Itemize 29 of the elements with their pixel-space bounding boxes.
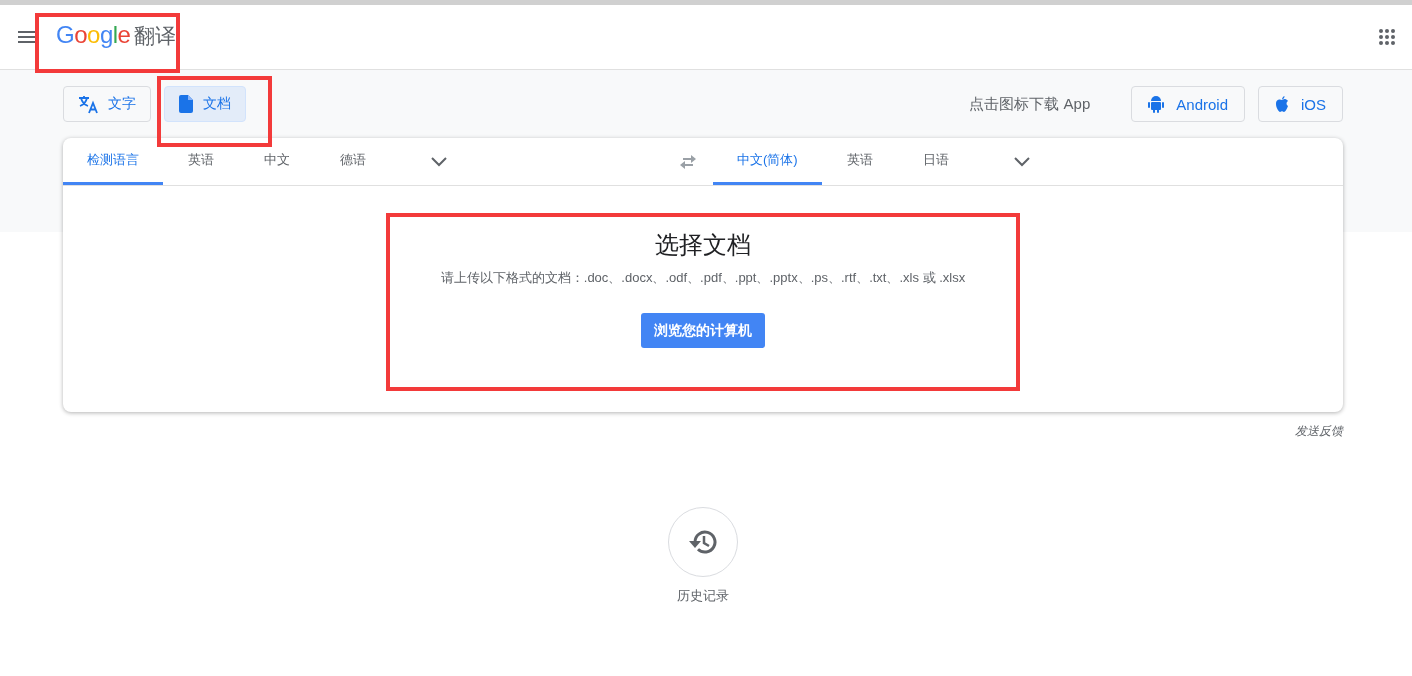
translate-icon <box>78 94 98 114</box>
chevron-down-icon[interactable] <box>1013 156 1030 167</box>
history-icon <box>689 529 717 555</box>
mode-tab[interactable]: 文字 <box>63 86 151 122</box>
apps-grid-icon[interactable] <box>1378 28 1396 46</box>
mode-tab[interactable]: 文档 <box>164 86 246 122</box>
language-tab[interactable]: 中文 <box>239 138 315 185</box>
download-prompt: 点击图标下载 App <box>969 94 1091 114</box>
language-tab[interactable]: 英语 <box>821 138 898 185</box>
ios-button[interactable]: iOS <box>1258 86 1343 122</box>
language-tab[interactable]: 检测语言 <box>63 138 163 185</box>
menu-icon[interactable] <box>18 31 36 43</box>
feedback-link[interactable]: 发送反馈 <box>1295 423 1343 440</box>
language-tab[interactable]: 德语 <box>315 138 391 185</box>
google-logo[interactable]: Google <box>56 20 131 49</box>
language-tab[interactable]: 中文(简体) <box>713 138 822 185</box>
language-tab[interactable]: 英语 <box>163 138 239 185</box>
android-icon <box>1148 95 1165 113</box>
upload-title: 选择文档 <box>655 230 751 260</box>
language-tab[interactable]: 日语 <box>897 138 974 185</box>
android-button[interactable]: Android <box>1131 86 1245 122</box>
browse-button[interactable]: 浏览您的计算机 <box>641 313 765 348</box>
swap-icon[interactable] <box>679 154 697 169</box>
document-icon <box>179 95 193 113</box>
apple-icon <box>1275 96 1289 112</box>
upload-description: 请上传以下格式的文档：.doc、.docx、.odf、.pdf、.ppt、.pptx、.ps、.rtf、.txt、.xls 或 .xlsx <box>440 269 966 287</box>
history-label: 历史记录 <box>677 587 729 605</box>
chevron-down-icon[interactable] <box>431 156 447 167</box>
product-name: 翻译 <box>134 22 177 49</box>
